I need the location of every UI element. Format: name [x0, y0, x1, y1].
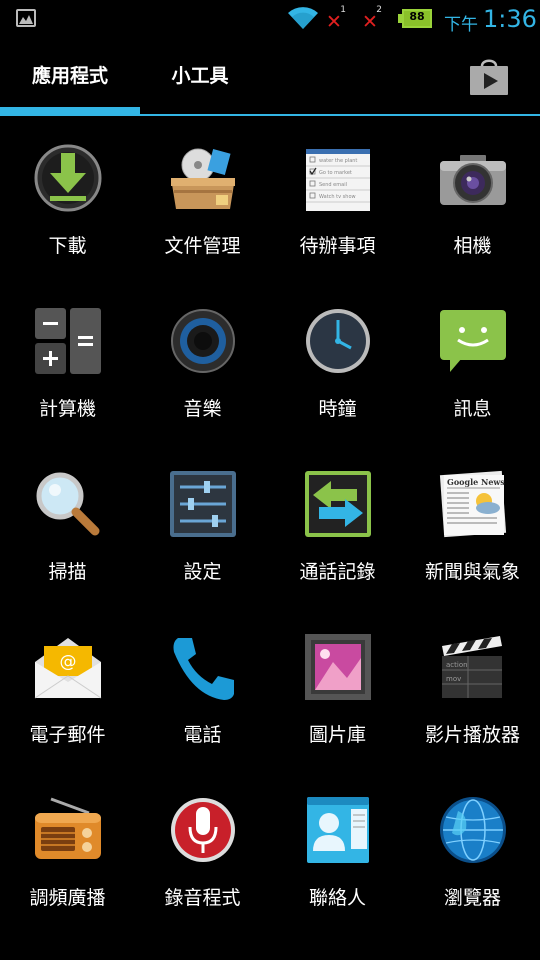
fm-radio-icon: [35, 797, 101, 859]
sim1-no-signal-icon: 1 ✕: [326, 5, 346, 33]
music-icon: [171, 309, 235, 373]
contacts-icon: [307, 797, 369, 863]
app-clock[interactable]: 時鐘: [270, 298, 405, 448]
wifi-icon: [288, 7, 318, 29]
todo-line: Send email: [319, 182, 347, 188]
sound-recorder-icon: [171, 798, 235, 862]
app-todo[interactable]: water the plant Go to market Send email …: [270, 135, 405, 285]
app-calculator[interactable]: 計算機: [0, 298, 135, 448]
tab-apps-label: 應用程式: [31, 64, 108, 87]
news-weather-icon: Google News: [439, 470, 507, 538]
app-sound-recorder[interactable]: 錄音程式: [135, 787, 270, 937]
tab-divider: [0, 114, 540, 116]
email-icon: @: [34, 638, 102, 699]
app-label: 音樂: [183, 398, 222, 420]
app-downloads[interactable]: 下載: [0, 135, 135, 285]
app-label: 待辦事項: [299, 235, 376, 257]
todo-line: water the plant: [319, 158, 357, 164]
app-call-log[interactable]: 通話記錄: [270, 461, 405, 611]
app-label: 電話: [183, 724, 222, 746]
file-manager-icon: [171, 148, 235, 209]
app-contacts[interactable]: 聯絡人: [270, 787, 405, 937]
app-label: 電子郵件: [29, 724, 106, 746]
calculator-icon: [35, 308, 101, 374]
call-log-icon: [305, 471, 371, 537]
app-label: 下載: [48, 235, 87, 257]
app-label: 計算機: [38, 398, 96, 420]
todo-line: Go to market: [319, 170, 352, 176]
status-bar: 1 ✕ 2 ✕ 88 下午 1:36: [0, 0, 540, 38]
app-browser[interactable]: 瀏覽器: [405, 787, 540, 937]
newspaper-title: Google News: [447, 477, 505, 487]
app-scan[interactable]: 掃描: [0, 461, 135, 611]
camera-icon: [440, 155, 506, 205]
gallery-notification-icon: [16, 9, 36, 27]
messaging-icon: [440, 310, 506, 372]
tab-apps[interactable]: 應用程式: [0, 38, 140, 110]
app-label: 影片播放器: [424, 724, 520, 746]
app-label: 文件管理: [164, 235, 241, 257]
app-phone[interactable]: 電話: [135, 624, 270, 774]
app-messaging[interactable]: 訊息: [405, 298, 540, 448]
app-label: 圖片庫: [308, 724, 366, 746]
app-label: 相機: [453, 235, 492, 257]
app-label: 調頻廣播: [29, 887, 106, 909]
app-label: 設定: [183, 561, 222, 583]
todo-line: Watch tv show: [319, 194, 356, 200]
app-label: 掃描: [48, 561, 87, 583]
phone-icon: [173, 638, 234, 700]
clock-ampm: 下午: [444, 15, 478, 35]
browser-icon: [440, 797, 506, 863]
app-label: 聯絡人: [308, 887, 366, 909]
settings-icon: [170, 471, 236, 537]
battery-icon: 88: [398, 9, 432, 28]
gallery-icon: [305, 634, 371, 700]
clapper-line: mov: [446, 675, 461, 683]
svg-text:@: @: [60, 652, 77, 672]
clapper-line: action: [446, 661, 468, 669]
app-label: 時鐘: [318, 398, 357, 420]
todo-icon: water the plant Go to market Send email …: [306, 149, 370, 211]
clock-time: 1:36: [483, 5, 537, 33]
app-email[interactable]: @ 電子郵件: [0, 624, 135, 774]
launcher-tab-bar: 應用程式 小工具: [0, 38, 540, 116]
tab-widgets-label: 小工具: [171, 64, 229, 87]
sim2-no-signal-icon: 2 ✕: [362, 5, 382, 33]
app-label: 瀏覽器: [443, 887, 501, 909]
app-label: 通話記錄: [299, 561, 376, 583]
app-label: 錄音程式: [164, 887, 241, 909]
app-settings[interactable]: 設定: [135, 461, 270, 611]
clock-icon: [306, 309, 370, 373]
app-news-weather[interactable]: Google News 新聞與氣象: [405, 461, 540, 611]
app-music[interactable]: 音樂: [135, 298, 270, 448]
tab-widgets[interactable]: 小工具: [140, 38, 260, 110]
play-store-button[interactable]: [468, 58, 510, 96]
scan-icon: [36, 472, 100, 536]
app-label: 新聞與氣象: [424, 561, 520, 583]
video-player-icon: action mov: [442, 636, 502, 698]
app-gallery[interactable]: 圖片庫: [270, 624, 405, 774]
app-camera[interactable]: 相機: [405, 135, 540, 285]
download-icon: [34, 144, 102, 212]
app-video-player[interactable]: action mov 影片播放器: [405, 624, 540, 774]
app-fm-radio[interactable]: 調頻廣播: [0, 787, 135, 937]
battery-level: 88: [409, 10, 425, 23]
app-file-manager[interactable]: 文件管理: [135, 135, 270, 285]
app-label: 訊息: [453, 398, 492, 420]
